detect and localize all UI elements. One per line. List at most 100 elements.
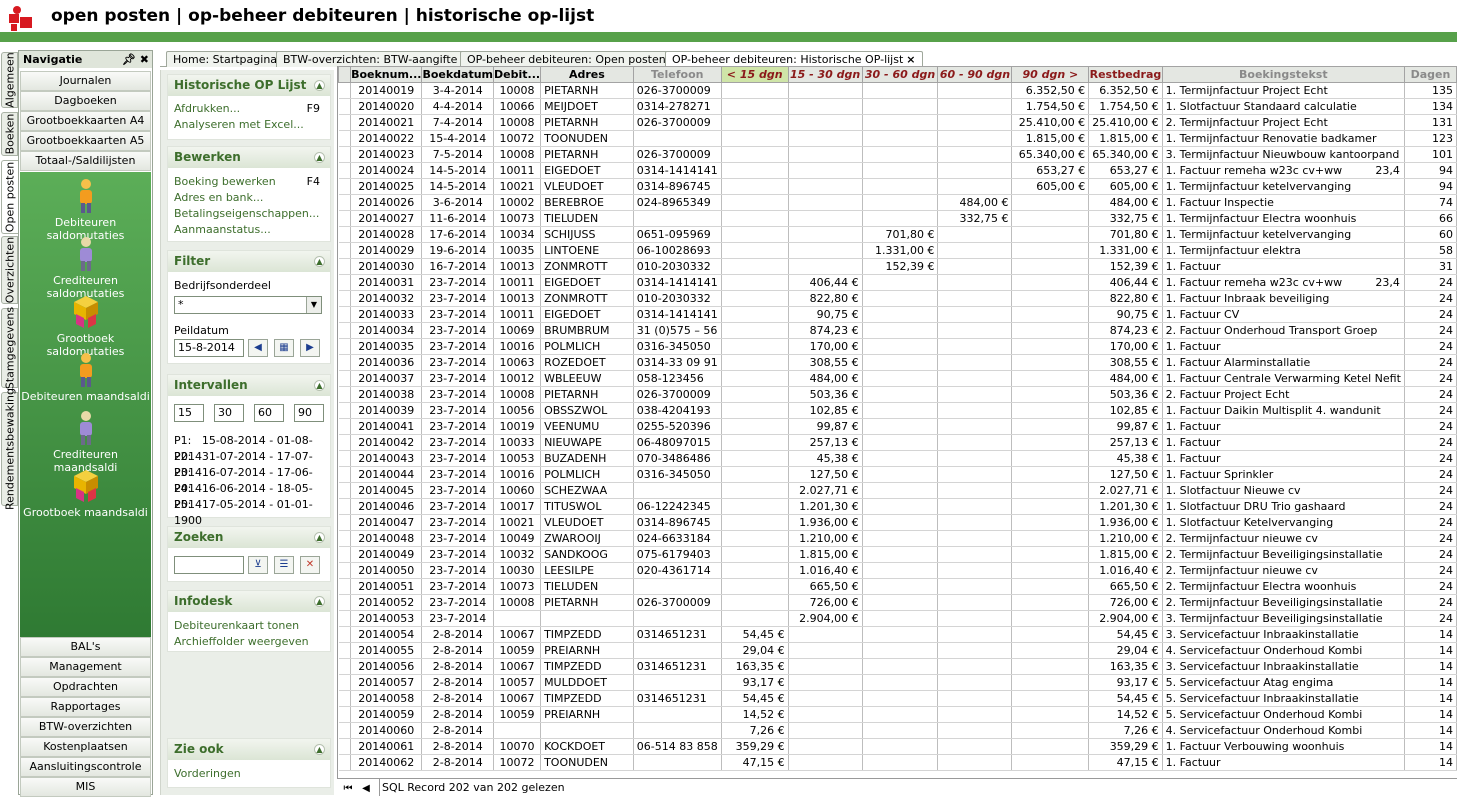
table-row[interactable]: 20140030 16-7-2014 10013 ZONMROTT 010-203033… bbox=[338, 258, 1457, 275]
row-selector[interactable] bbox=[338, 322, 352, 339]
table-row[interactable]: 20140060 2-8-2014 7,26 €7,26 €4. Servicefa… bbox=[338, 722, 1457, 739]
row-selector[interactable] bbox=[338, 626, 352, 643]
table-row[interactable]: 20140025 14-5-2014 10021 VLEUDOET 0314-89674… bbox=[338, 178, 1457, 195]
collapse-icon[interactable]: ▲ bbox=[314, 152, 325, 163]
col-90plus[interactable]: 90 dgn > bbox=[1011, 66, 1090, 83]
row-selector[interactable] bbox=[338, 658, 352, 675]
row-selector[interactable] bbox=[338, 306, 352, 323]
row-selector[interactable] bbox=[338, 194, 352, 211]
col-60-90[interactable]: 60 - 90 dgn bbox=[937, 66, 1013, 83]
nav-item-grootboekkaarten-a4[interactable]: Grootboekkaarten A4 bbox=[20, 111, 151, 131]
table-row[interactable]: 20140024 14-5-2014 10011 EIGEDOET 0314-14141… bbox=[338, 162, 1457, 179]
table-row[interactable]: 20140059 2-8-2014 10059 PREIARNH 14,52 € 14,5… bbox=[338, 706, 1457, 723]
interval-1-input[interactable]: 15 bbox=[174, 404, 204, 422]
nav-item-dagboeken[interactable]: Dagboeken bbox=[20, 91, 151, 111]
nav-item-rapportages[interactable]: Rapportages bbox=[20, 697, 151, 717]
first-record-icon[interactable]: ⏮ bbox=[341, 780, 355, 795]
col-dagen[interactable]: Dagen bbox=[1403, 66, 1457, 83]
table-row[interactable]: 20140035 23-7-2014 10016 POLMLICH 0316-34505… bbox=[338, 338, 1457, 355]
table-row[interactable]: 20140053 23-7-2014 2.904,00 €2.904,00 €3. … bbox=[338, 610, 1457, 627]
row-selector[interactable] bbox=[338, 82, 352, 99]
nav-item-debiteuren-maandsaldi[interactable]: Debiteuren maandsaldi bbox=[20, 352, 151, 403]
table-row[interactable]: 20140043 23-7-2014 10053 BUZADENH 070-348648… bbox=[338, 450, 1457, 467]
col-boekingstekst[interactable]: Boekingstekst bbox=[1161, 66, 1405, 83]
tab-open-posten[interactable]: OP-beheer debiteuren: Open posten× bbox=[460, 51, 685, 67]
collapse-icon[interactable]: ▲ bbox=[314, 596, 325, 607]
nav-item-bals[interactable]: BAL's bbox=[20, 637, 151, 657]
row-selector[interactable] bbox=[338, 290, 352, 307]
table-row[interactable]: 20140042 23-7-2014 10033 NIEUWAPE 06-4809701… bbox=[338, 434, 1457, 451]
table-row[interactable]: 20140019 3-4-2014 10008 PIETARNH 026-3700009… bbox=[338, 82, 1457, 99]
row-selector[interactable] bbox=[338, 338, 352, 355]
section-header[interactable]: Filter ▲ bbox=[168, 251, 330, 272]
nav-item-grootboek-maandsaldi[interactable]: Grootboek maandsaldi bbox=[20, 468, 151, 519]
table-row[interactable]: 20140037 23-7-2014 10012 WBLEEUW 058-123456 4… bbox=[338, 370, 1457, 387]
interval-3-input[interactable]: 60 bbox=[254, 404, 284, 422]
row-selector[interactable] bbox=[338, 370, 352, 387]
row-selector[interactable] bbox=[338, 402, 352, 419]
table-row[interactable]: 20140023 7-5-2014 10008 PIETARNH 026-3700009… bbox=[338, 146, 1457, 163]
vtab-rendementsbewaking[interactable]: Rendementsbewaking bbox=[1, 388, 18, 510]
row-selector[interactable] bbox=[338, 578, 352, 595]
nav-item-aansluitingscontrole[interactable]: Aansluitingscontrole bbox=[20, 757, 151, 777]
table-row[interactable]: 20140038 23-7-2014 10008 PIETARNH 026-370000… bbox=[338, 386, 1457, 403]
nav-item-management[interactable]: Management bbox=[20, 657, 151, 677]
row-selector[interactable] bbox=[338, 274, 352, 291]
table-row[interactable]: 20140054 2-8-2014 10067 TIMPZEDD 0314651231 5… bbox=[338, 626, 1457, 643]
table-row[interactable]: 20140029 19-6-2014 10035 LINTOENE 06-1002869… bbox=[338, 242, 1457, 259]
table-row[interactable]: 20140032 23-7-2014 10013 ZONMROTT 010-203033… bbox=[338, 290, 1457, 307]
row-selector[interactable] bbox=[338, 754, 352, 771]
row-selector[interactable] bbox=[338, 514, 352, 531]
nav-item-btw-overzichten[interactable]: BTW-overzichten bbox=[20, 717, 151, 737]
nav-item-totaal-saldilijsten[interactable]: Totaal-/Saldilijsten bbox=[20, 151, 151, 171]
afdrukken-link[interactable]: Afdrukken... F9 bbox=[168, 101, 330, 117]
vtab-algemeen[interactable]: Algemeen bbox=[1, 52, 18, 108]
col-debiteur[interactable]: Debit... bbox=[493, 66, 542, 83]
section-header[interactable]: Historische OP Lijst ▲ bbox=[168, 75, 330, 96]
previous-date-icon[interactable]: ◀ bbox=[248, 339, 268, 357]
col-restbedrag[interactable]: Restbedrag bbox=[1088, 66, 1163, 83]
row-selector[interactable] bbox=[338, 722, 352, 739]
interval-2-input[interactable]: 30 bbox=[214, 404, 244, 422]
tab-btw-aangifte[interactable]: BTW-overzichten: BTW-aangifte× bbox=[276, 51, 477, 67]
archieffolder-link[interactable]: Archieffolder weergeven bbox=[168, 634, 330, 650]
row-selector[interactable] bbox=[338, 546, 352, 563]
row-selector[interactable] bbox=[338, 98, 352, 115]
table-row[interactable]: 20140051 23-7-2014 10073 TIELUDEN 665,50 € 66… bbox=[338, 578, 1457, 595]
table-row[interactable]: 20140045 23-7-2014 10060 SCHEZWAA 2.027,71 €… bbox=[338, 482, 1457, 499]
table-row[interactable]: 20140044 23-7-2014 10016 POLMLICH 0316-34505… bbox=[338, 466, 1457, 483]
row-selector[interactable] bbox=[338, 738, 352, 755]
table-row[interactable]: 20140039 23-7-2014 10056 OBSSZWOL 038-420419… bbox=[338, 402, 1457, 419]
row-selector[interactable] bbox=[338, 594, 352, 611]
row-selector[interactable] bbox=[338, 674, 352, 691]
col-lt15[interactable]: < 15 dgn bbox=[720, 66, 789, 83]
table-row[interactable]: 20140022 15-4-2014 10072 TOONUDEN 1.815,00 €… bbox=[338, 130, 1457, 147]
row-selector[interactable] bbox=[338, 146, 352, 163]
close-icon[interactable]: ✖ bbox=[140, 53, 149, 66]
table-row[interactable]: 20140046 23-7-2014 10017 TITUSWOL 06-1224234… bbox=[338, 498, 1457, 515]
analyseren-excel-link[interactable]: Analyseren met Excel... bbox=[168, 117, 330, 133]
row-selector[interactable] bbox=[338, 610, 352, 627]
section-header[interactable]: Intervallen ▲ bbox=[168, 375, 330, 396]
row-selector[interactable] bbox=[338, 450, 352, 467]
bedrijfsonderdeel-select[interactable]: * ▼ bbox=[174, 296, 322, 314]
close-tab-icon[interactable]: × bbox=[906, 53, 915, 66]
table-row[interactable]: 20140041 23-7-2014 10019 VEENUMU 0255-520396… bbox=[338, 418, 1457, 435]
collapse-icon[interactable]: ▲ bbox=[314, 80, 325, 91]
row-selector[interactable] bbox=[338, 706, 352, 723]
table-row[interactable]: 20140055 2-8-2014 10059 PREIARNH 29,04 € 29,0… bbox=[338, 642, 1457, 659]
row-selector[interactable] bbox=[338, 642, 352, 659]
row-selector[interactable] bbox=[338, 354, 352, 371]
table-row[interactable]: 20140034 23-7-2014 10069 BRUMBRUM 31 (0)575 … bbox=[338, 322, 1457, 339]
table-row[interactable]: 20140050 23-7-2014 10030 LEESILPE 020-436171… bbox=[338, 562, 1457, 579]
adres-bank-link[interactable]: Adres en bank... bbox=[168, 190, 330, 206]
vtab-stamgegevens[interactable]: Stamgegevens bbox=[1, 307, 18, 389]
section-header[interactable]: Bewerken ▲ bbox=[168, 147, 330, 168]
collapse-icon[interactable]: ▲ bbox=[314, 744, 325, 755]
table-row[interactable]: 20140062 2-8-2014 10072 TOONUDEN 47,15 € 47,1… bbox=[338, 754, 1457, 771]
table-row[interactable]: 20140036 23-7-2014 10063 ROZEDOET 0314-33 09… bbox=[338, 354, 1457, 371]
row-selector[interactable] bbox=[338, 482, 352, 499]
nav-item-debiteuren-saldomutaties[interactable]: Debiteuren saldomutaties bbox=[20, 178, 151, 242]
col-adres[interactable]: Adres bbox=[540, 66, 634, 83]
collapse-icon[interactable]: ▲ bbox=[314, 532, 325, 543]
